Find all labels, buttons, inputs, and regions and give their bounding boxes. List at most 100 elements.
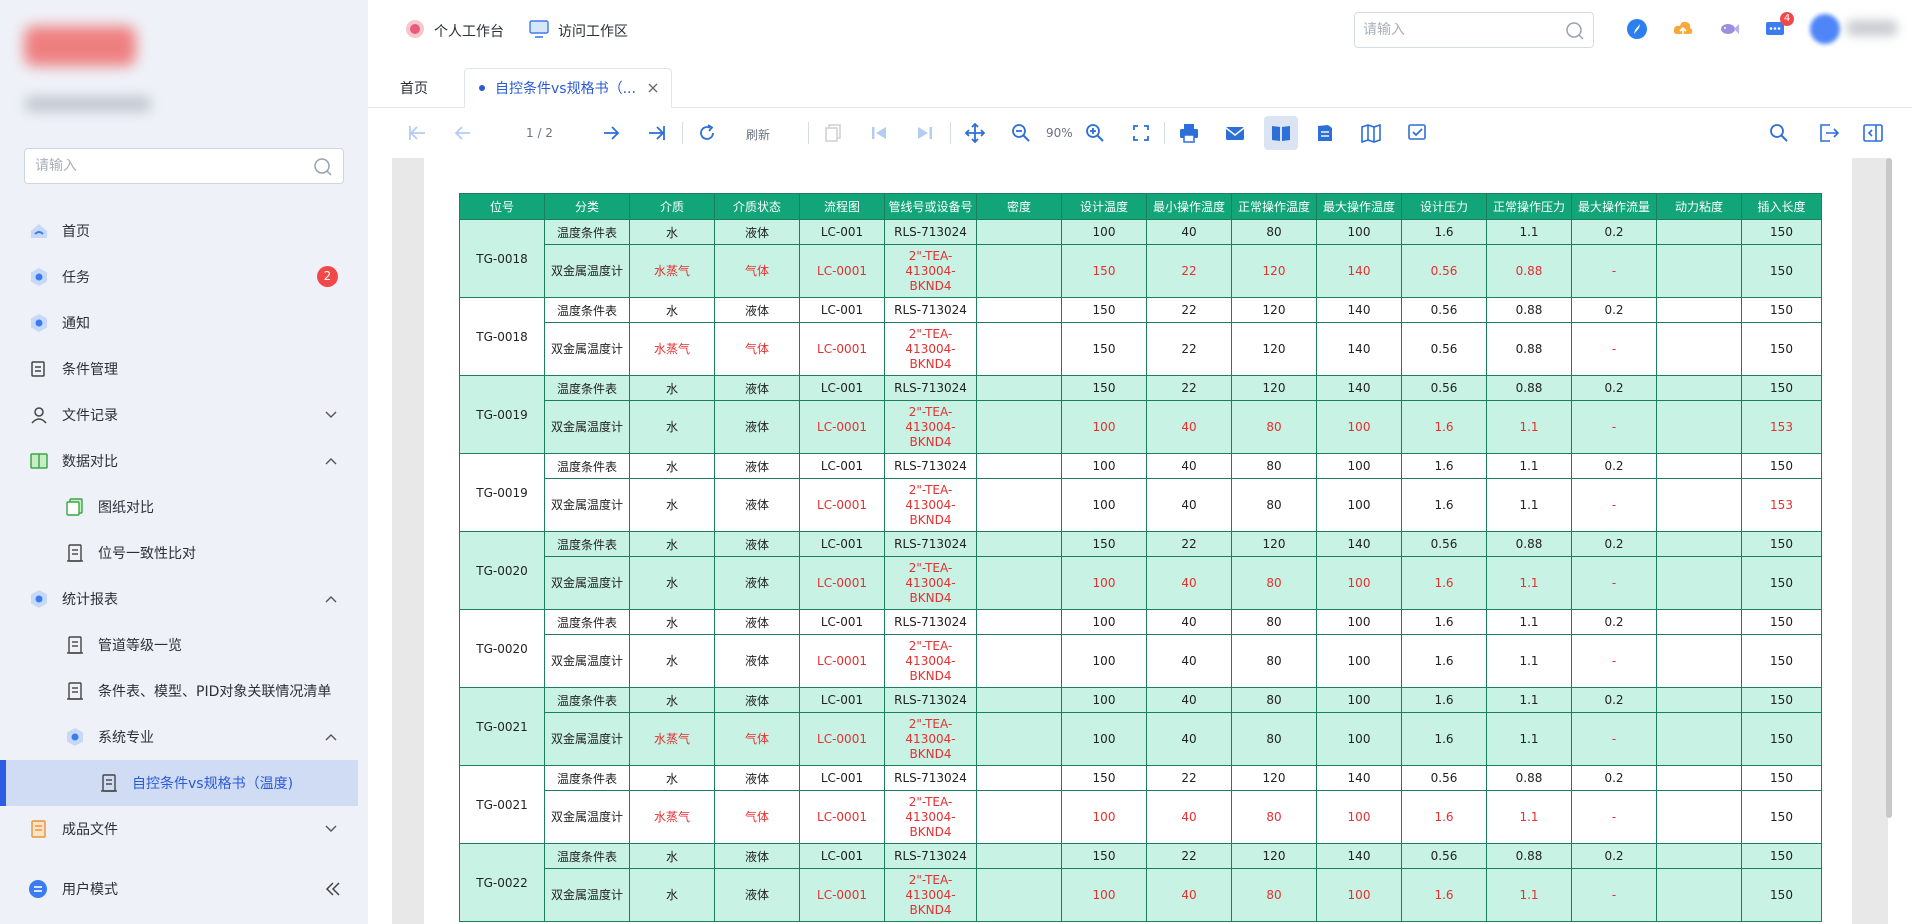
table-cell: RLS-713024: [884, 531, 977, 557]
table-cell: 40: [1146, 453, 1232, 479]
table-cell: LC-001: [799, 453, 885, 479]
checklist-icon[interactable]: [1404, 120, 1430, 146]
table-cell: 水: [629, 400, 715, 454]
vertical-scrollbar[interactable]: [1886, 158, 1892, 818]
top-search-input[interactable]: [1355, 13, 1545, 47]
table-cell: [1656, 765, 1742, 791]
zoom-out-icon[interactable]: [1008, 120, 1034, 146]
search-icon[interactable]: [1766, 120, 1792, 146]
refresh-button[interactable]: 刷新: [746, 126, 770, 143]
upload-cloud-icon[interactable]: [1670, 16, 1696, 42]
table-row: TG-0022 温度条件表水液体 LC-001 RLS-713024 150 22 120 1…: [459, 843, 1822, 922]
table-cell: 1.1: [1486, 400, 1572, 454]
move-icon[interactable]: [962, 120, 988, 146]
prev-page-icon[interactable]: [450, 120, 476, 146]
table-cell: 80: [1231, 712, 1317, 766]
table-cell: 双金属温度计: [544, 244, 630, 298]
sidebar: 首页 任务 2 通知 条件管理 文件记录 数据对比 图纸对比: [0, 0, 368, 924]
tag-cell: TG-0021: [459, 765, 545, 844]
table-cell: 150: [1741, 297, 1822, 323]
table-cell: -: [1571, 790, 1657, 844]
table-cell: 1.6: [1401, 219, 1487, 245]
document-viewport[interactable]: 位号 分类 介质 介质状态 流程图 管线号或设备号 密度 设计温度 最小操作温度 正常操作温度 最大…: [392, 158, 1888, 924]
table-cell: 双金属温度计: [544, 322, 630, 376]
sidebar-item-file-records[interactable]: 文件记录: [0, 392, 358, 438]
table-cell: 水: [629, 868, 715, 922]
table-cell: 100: [1316, 556, 1402, 610]
export-icon[interactable]: [1816, 120, 1842, 146]
table-cell: 1.1: [1486, 453, 1572, 479]
table-cell: 1.1: [1486, 219, 1572, 245]
report-icon: [28, 588, 50, 610]
sidebar-item-notice[interactable]: 通知: [0, 300, 358, 346]
table-cell: 2"-TEA-413004-BKND4: [884, 868, 977, 922]
avatar[interactable]: [1810, 14, 1840, 44]
sidebar-item-drawing-compare[interactable]: 图纸对比: [0, 484, 358, 530]
table-cell: [976, 400, 1062, 454]
step-forward-icon[interactable]: [912, 120, 938, 146]
panel-toggle-icon[interactable]: [1860, 120, 1886, 146]
sidebar-item-system[interactable]: 系统专业: [0, 714, 358, 760]
tag-cell: TG-0020: [459, 609, 545, 688]
table-cell: [976, 556, 1062, 610]
user-mode-switch[interactable]: 用户模式: [0, 866, 358, 912]
refresh-icon[interactable]: [694, 120, 720, 146]
sidebar-item-reports[interactable]: 统计报表: [0, 576, 358, 622]
sidebar-search-input[interactable]: [25, 149, 285, 183]
sidebar-item-product-files[interactable]: 成品文件: [0, 806, 358, 852]
table-cell: 双金属温度计: [544, 634, 630, 688]
table-cell: 1.1: [1486, 556, 1572, 610]
tab-control-vs-spec[interactable]: 自控条件vs规格书（...: [464, 68, 672, 108]
sidebar-item-home[interactable]: 首页: [0, 208, 358, 254]
search-icon[interactable]: [1565, 21, 1585, 45]
message-icon[interactable]: 4: [1762, 12, 1794, 42]
table-cell: 120: [1231, 531, 1317, 557]
sidebar-item-control-vs-spec[interactable]: 自控条件vs规格书（温度): [0, 760, 358, 806]
conditions-icon: [28, 358, 50, 380]
table-cell: 100: [1061, 868, 1147, 922]
compass-icon[interactable]: [1624, 16, 1650, 42]
map-icon[interactable]: [1358, 120, 1384, 146]
sidebar-item-data-compare[interactable]: 数据对比: [0, 438, 358, 484]
table-row: TG-0018 温度条件表水液体 LC-001 RLS-713024 100 40 80 10…: [459, 219, 1822, 298]
table-cell: 1.1: [1486, 687, 1572, 713]
sidebar-item-pid-association[interactable]: 条件表、模型、PID对象关联情况清单: [0, 668, 358, 714]
document-icon[interactable]: [1312, 120, 1338, 146]
next-page-icon[interactable]: [598, 120, 624, 146]
table-cell: 1.1: [1486, 868, 1572, 922]
fish-icon[interactable]: [1716, 16, 1742, 42]
tag-group: TG-0019 温度条件表水液体 LC-001 RLS-713024 150 22 120 1…: [459, 375, 1822, 454]
table-cell: 150: [1741, 219, 1822, 245]
tab-home-label: 首页: [400, 81, 428, 97]
first-page-icon[interactable]: [404, 120, 430, 146]
print-icon[interactable]: [1176, 120, 1202, 146]
fullscreen-icon[interactable]: [1128, 120, 1154, 146]
table-header-row: 位号 分类 介质 介质状态 流程图 管线号或设备号 密度 设计温度 最小操作温度 正常操作温度 最大…: [459, 193, 1822, 220]
table-cell: 100: [1316, 453, 1402, 479]
step-back-icon[interactable]: [866, 120, 892, 146]
zoom-level[interactable]: 90%: [1046, 126, 1073, 140]
close-icon[interactable]: [647, 82, 659, 98]
book-view-icon[interactable]: [1264, 116, 1298, 150]
tab-home[interactable]: 首页: [400, 68, 428, 108]
search-icon[interactable]: [313, 157, 333, 181]
copy-icon[interactable]: [820, 120, 846, 146]
sidebar-item-task[interactable]: 任务 2: [0, 254, 358, 300]
sidebar-item-conditions[interactable]: 条件管理: [0, 346, 358, 392]
table-row: 双金属温度计水液体 LC-0001 2"-TEA-413004-BKND4 100 40…: [460, 478, 1822, 532]
last-page-icon[interactable]: [644, 120, 670, 146]
zoom-in-icon[interactable]: [1082, 120, 1108, 146]
user-name: [1846, 20, 1898, 36]
table-cell: 1.6: [1401, 868, 1487, 922]
topbar: 个人工作台 访问工作区 4: [368, 0, 1912, 58]
email-icon[interactable]: [1222, 120, 1248, 146]
table-cell: 双金属温度计: [544, 712, 630, 766]
sidebar-item-label: 成品文件: [62, 822, 118, 838]
table-cell: 120: [1231, 244, 1317, 298]
table-cell: 水: [629, 531, 715, 557]
collapse-sidebar-icon[interactable]: [324, 880, 342, 902]
sidebar-item-tag-consistency[interactable]: 位号一致性比对: [0, 530, 358, 576]
nav-visit-workspace[interactable]: 访问工作区: [528, 18, 628, 44]
sidebar-item-pipe-grades[interactable]: 管道等级一览: [0, 622, 358, 668]
nav-personal-workbench[interactable]: 个人工作台: [404, 18, 504, 44]
